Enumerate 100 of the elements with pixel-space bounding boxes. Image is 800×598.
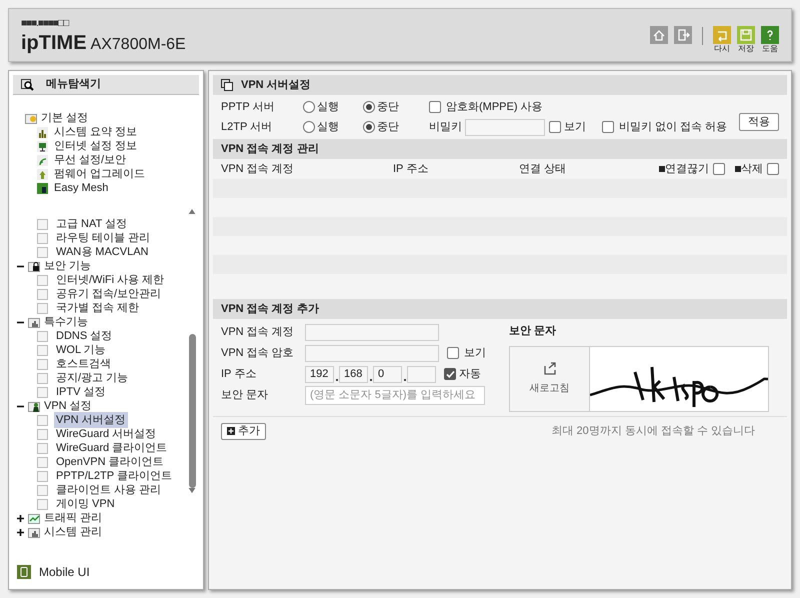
tree-group[interactable]: 트래픽 관리 <box>44 510 102 526</box>
tree-item[interactable]: WAN용 MACVLAN <box>54 244 150 260</box>
lock-folder-icon <box>28 260 40 272</box>
captcha-field[interactable]: (영문 소문자 5글자)를 입력하세요 <box>305 386 485 404</box>
radio-button[interactable] <box>303 121 315 133</box>
page-icon <box>37 442 48 454</box>
section-title: VPN 서버설정 <box>241 78 311 93</box>
checkbox[interactable] <box>447 347 459 359</box>
tree-item[interactable]: 공유기 접속/보안관리 <box>54 286 164 302</box>
page-icon <box>37 498 48 510</box>
tree-group[interactable]: 시스템 관리 <box>44 524 102 540</box>
sidebar-title: 메뉴탐색기 <box>46 77 101 92</box>
page-icon <box>37 414 48 426</box>
radio-label: 실행 <box>317 120 339 135</box>
page-icon <box>37 456 48 468</box>
page-icon <box>37 484 48 496</box>
page-icon <box>37 288 48 300</box>
checkbox[interactable] <box>429 101 441 113</box>
secret-key-field[interactable] <box>465 118 545 136</box>
apply-button[interactable]: 적용 <box>739 113 779 131</box>
exit-icon <box>674 26 692 44</box>
tree-item[interactable]: 공지/광고 기능 <box>54 370 130 386</box>
password-field[interactable] <box>305 344 439 362</box>
radio-button[interactable] <box>303 101 315 113</box>
tree-item[interactable]: 인터넷/WiFi 사용 제한 <box>54 272 166 288</box>
tree-item[interactable]: 시스템 요약 정보 <box>54 124 138 140</box>
tree-group[interactable]: VPN 설정 <box>44 398 92 414</box>
tree-item[interactable]: VPN 서버설정 <box>54 412 128 428</box>
column-header: IP 주소 <box>393 162 430 177</box>
expand-icon[interactable] <box>17 514 24 522</box>
tree-item[interactable]: OpenVPN 클라이언트 <box>54 454 166 470</box>
radio-label: 중단 <box>377 100 399 115</box>
ip-separator <box>336 378 338 380</box>
tree-item[interactable]: WireGuard 클라이언트 <box>54 440 170 456</box>
checkbox[interactable] <box>602 121 614 133</box>
undo-button[interactable]: 다시 <box>713 26 731 53</box>
section-title: VPN 접속 계정 관리 <box>221 142 319 157</box>
square-icon <box>659 166 665 172</box>
collapse-icon[interactable] <box>17 402 24 410</box>
tree-item[interactable]: 라우팅 테이블 관리 <box>54 230 152 246</box>
tree-item[interactable]: WireGuard 서버설정 <box>54 426 158 442</box>
brand-logo: ipTIME <box>21 33 87 53</box>
tree-group[interactable]: 기본 설정 <box>41 110 88 126</box>
checkbox[interactable] <box>444 368 456 380</box>
bar-chart-icon <box>37 126 48 138</box>
tree-item[interactable]: 펌웨어 업그레이드 <box>54 166 146 182</box>
tree-item[interactable]: 클라이언트 사용 관리 <box>54 482 164 498</box>
select-all-checkbox[interactable] <box>767 163 779 175</box>
tree-item[interactable]: PPTP/L2TP 클라이언트 <box>54 468 174 484</box>
column-header: VPN 접속 계정 <box>221 162 295 177</box>
ip-separator <box>404 378 406 380</box>
ip-octet-field[interactable] <box>407 366 436 382</box>
ip-octet-field[interactable]: 0 <box>373 366 402 382</box>
page-icon <box>37 330 48 342</box>
page-icon <box>37 246 48 258</box>
checkbox[interactable] <box>549 121 561 133</box>
model-name: AX7800M-6E <box>90 37 186 53</box>
home-icon <box>650 26 668 44</box>
checkbox-label: 비밀키 없이 접속 허용 <box>619 120 728 135</box>
tree-item[interactable]: 고급 NAT 설정 <box>54 216 130 232</box>
add-button[interactable]: 추가 <box>221 422 266 440</box>
tree-item[interactable]: Easy Mesh <box>54 180 108 196</box>
tree-item[interactable]: IPTV 설정 <box>54 384 108 400</box>
checkbox-label: 보기 <box>564 120 586 135</box>
ip-octet-field[interactable]: 192 <box>305 366 334 382</box>
mobile-ui-link[interactable]: Mobile UI <box>39 563 90 581</box>
radio-button[interactable] <box>363 101 375 113</box>
field-label: PPTP 서버 <box>221 100 276 115</box>
tree-item[interactable]: DDNS 설정 <box>54 328 114 344</box>
tree-item[interactable]: 국가별 접속 제한 <box>54 300 142 316</box>
refresh-icon <box>542 361 556 375</box>
select-all-checkbox[interactable] <box>713 163 725 175</box>
page-icon <box>37 344 48 356</box>
tree-item[interactable]: 호스트검색 <box>54 356 113 372</box>
ip-separator <box>370 378 372 380</box>
help-button[interactable]: 도움 <box>761 26 779 53</box>
tree-item[interactable]: 인터넷 설정 정보 <box>54 138 138 154</box>
field-label: 보안 문자 <box>221 388 270 403</box>
column-header: 삭제 <box>741 162 763 177</box>
radio-button[interactable] <box>363 121 375 133</box>
collapse-icon[interactable] <box>17 318 24 326</box>
checkbox-label: 암호화(MPPE) 사용 <box>446 100 543 115</box>
collapse-icon[interactable] <box>17 262 24 270</box>
page-icon <box>37 302 48 314</box>
checkbox-label: 보기 <box>464 346 486 361</box>
info-text: 최대 20명까지 동시에 접속할 수 있습니다 <box>551 424 755 439</box>
ip-octet-field[interactable]: 168 <box>339 366 368 382</box>
brand-mark: ■■■.■■■■□□ <box>21 19 70 29</box>
tree-group[interactable]: 보안 기능 <box>44 258 92 274</box>
save-button[interactable]: 저장 <box>737 26 755 53</box>
account-field[interactable] <box>305 324 439 340</box>
tree-item[interactable]: 무선 설정/보안 <box>54 152 126 168</box>
tree-item[interactable]: WOL 기능 <box>54 342 108 358</box>
scrollbar-thumb[interactable] <box>188 334 196 488</box>
expand-icon[interactable] <box>17 528 24 536</box>
tree-group[interactable]: 특수기능 <box>44 314 88 330</box>
captcha-title: 보안 문자 <box>509 324 558 339</box>
windows-icon <box>221 79 233 91</box>
tree-item[interactable]: 게이밍 VPN <box>54 496 117 512</box>
radio-label: 중단 <box>377 120 399 135</box>
